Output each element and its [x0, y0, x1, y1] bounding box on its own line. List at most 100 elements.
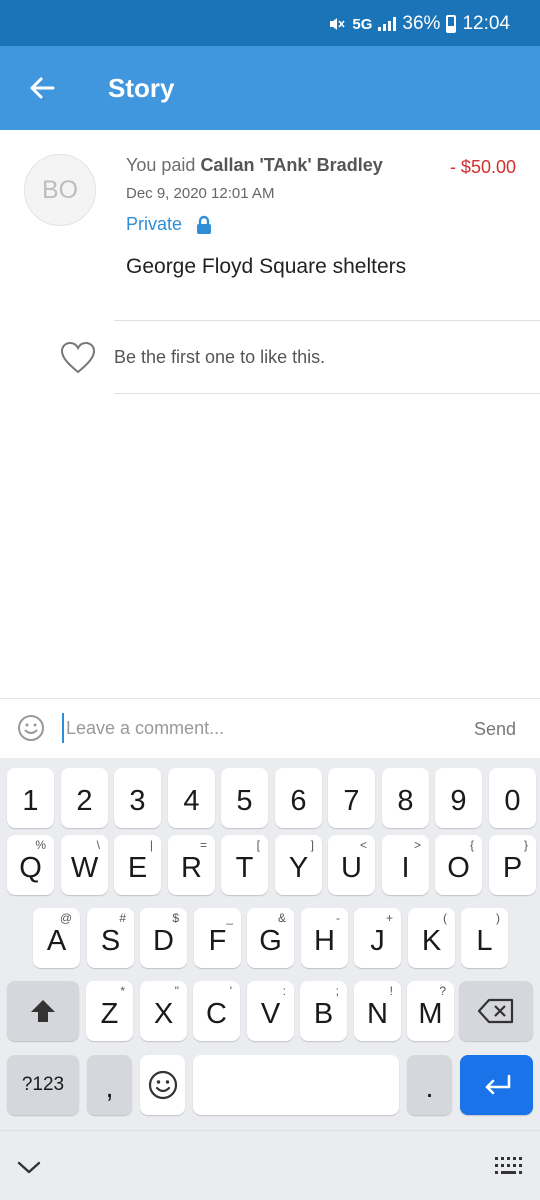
key-s[interactable]: S #: [87, 908, 134, 968]
app-bar: Story: [0, 46, 540, 130]
key-label: P: [502, 851, 523, 884]
smiley-icon: [148, 1070, 177, 1100]
key-label: O: [447, 851, 470, 884]
key-l[interactable]: L): [461, 908, 508, 968]
key-x[interactable]: X ": [140, 981, 187, 1041]
keyboard: 1 2 3 4 5 6 7 8 9 0 Q% W \ E | R = T[Y] U < I > O{P} A @ S # D $ F _ G &…: [0, 758, 540, 1130]
key-n[interactable]: N!: [354, 981, 401, 1041]
key-t[interactable]: T[: [221, 835, 268, 895]
key-label: V: [260, 997, 281, 1030]
key-y[interactable]: Y]: [275, 835, 322, 895]
key-e[interactable]: E |: [114, 835, 161, 895]
key-alt-label: !: [389, 984, 393, 998]
backspace-key[interactable]: [459, 981, 533, 1041]
key-v[interactable]: V:: [247, 981, 294, 1041]
period-key[interactable]: .: [407, 1055, 452, 1115]
key-k[interactable]: K(: [408, 908, 455, 968]
symbols-key[interactable]: ?123: [7, 1055, 79, 1115]
enter-key[interactable]: [460, 1055, 533, 1115]
divider: [114, 393, 540, 394]
key-j[interactable]: J +: [354, 908, 401, 968]
status-indicators: 5G 36% 12:04: [328, 13, 510, 35]
key-alt-label: \: [96, 838, 100, 852]
key-alt-label: |: [149, 838, 153, 852]
key-m[interactable]: M?: [407, 981, 454, 1041]
space-key[interactable]: [193, 1055, 399, 1115]
comma-key[interactable]: ,: [87, 1055, 132, 1115]
comment-bar: Send: [0, 698, 540, 758]
key-alt-label: _: [226, 911, 233, 925]
send-button[interactable]: Send: [474, 719, 516, 740]
key-alt-label: ): [496, 911, 500, 925]
key-label: Z: [100, 997, 119, 1030]
key-o[interactable]: O{: [435, 835, 482, 895]
key-0[interactable]: 0: [489, 768, 536, 828]
key-w[interactable]: W \: [61, 835, 108, 895]
key-2[interactable]: 2: [61, 768, 108, 828]
likes-text: Be the first one to like this.: [114, 347, 326, 367]
key-alt-label: ]: [310, 838, 314, 852]
key-7[interactable]: 7: [328, 768, 375, 828]
key-6[interactable]: 6: [275, 768, 322, 828]
key-alt-label: *: [120, 984, 125, 998]
emoji-icon[interactable]: [17, 714, 45, 742]
key-g[interactable]: G &: [247, 908, 294, 968]
clock: 12:04: [462, 13, 510, 34]
key-alt-label: +: [385, 911, 393, 925]
key-a[interactable]: A @: [33, 908, 80, 968]
signal-icon: [378, 17, 397, 31]
key-q[interactable]: Q%: [7, 835, 54, 895]
key-alt-label: @: [59, 911, 72, 925]
key-alt-label: -: [336, 911, 340, 925]
status-bar: 5G 36% 12:04: [0, 0, 540, 46]
key-p[interactable]: P}: [489, 835, 536, 895]
key-f[interactable]: F _: [194, 908, 241, 968]
payment-note: George Floyd Square shelters: [126, 255, 407, 278]
shift-key[interactable]: [7, 981, 79, 1041]
key-label: J: [370, 924, 385, 957]
key-alt-label: [: [256, 838, 260, 852]
privacy-setting[interactable]: Private: [126, 214, 212, 235]
key-8[interactable]: 8: [382, 768, 429, 828]
emoji-key[interactable]: [140, 1055, 185, 1115]
mute-icon: [330, 18, 346, 30]
backspace-icon: [477, 998, 514, 1024]
key-alt-label: (: [443, 911, 447, 925]
payee-name[interactable]: Callan 'TAnk' Bradley: [200, 155, 382, 175]
key-alt-label: ?: [439, 984, 446, 998]
key-1[interactable]: 1: [7, 768, 54, 828]
key-label: R: [181, 851, 202, 884]
key-alt-label: &: [277, 911, 286, 925]
key-label: B: [313, 997, 334, 1030]
key-h[interactable]: H-: [301, 908, 348, 968]
key-u[interactable]: U <: [328, 835, 375, 895]
key-5[interactable]: 5: [221, 768, 268, 828]
key-alt-label: >: [413, 838, 421, 852]
avatar[interactable]: BO: [24, 154, 96, 226]
key-z[interactable]: Z *: [86, 981, 133, 1041]
key-label: 9: [450, 784, 467, 817]
key-c[interactable]: C ': [193, 981, 240, 1041]
key-label: M: [418, 997, 443, 1030]
key-4[interactable]: 4: [168, 768, 215, 828]
page-title: Story: [108, 73, 175, 103]
key-r[interactable]: R =: [168, 835, 215, 895]
keyboard-switch-icon[interactable]: [494, 1155, 524, 1177]
key-3[interactable]: 3: [114, 768, 161, 828]
transaction-date: Dec 9, 2020 12:01 AM: [126, 185, 275, 202]
back-button[interactable]: [20, 66, 64, 110]
comment-input[interactable]: [62, 713, 422, 743]
battery-percent: 36%: [402, 13, 441, 34]
key-9[interactable]: 9: [435, 768, 482, 828]
key-label: T: [235, 851, 254, 884]
key-i[interactable]: I >: [382, 835, 429, 895]
heart-icon[interactable]: [59, 339, 97, 377]
key-label: 3: [129, 784, 146, 817]
key-label: 8: [397, 784, 414, 817]
key-b[interactable]: B;: [300, 981, 347, 1041]
key-alt-label: ;: [335, 984, 339, 998]
key-label: Q: [19, 851, 42, 884]
chevron-down-icon[interactable]: [15, 1153, 43, 1181]
key-d[interactable]: D $: [140, 908, 187, 968]
key-alt-label: <: [359, 838, 367, 852]
